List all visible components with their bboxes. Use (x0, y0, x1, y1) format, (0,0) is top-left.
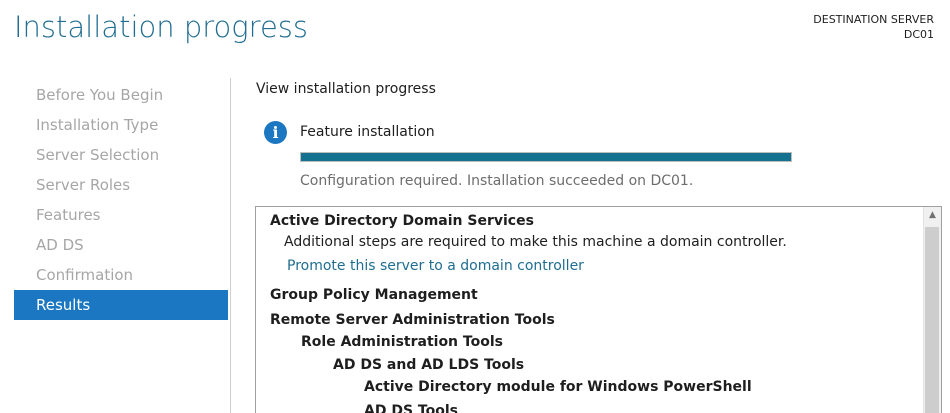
chevron-up-icon[interactable]: ▲ (924, 207, 941, 224)
sidebar-item-features[interactable]: Features (14, 200, 228, 230)
installation-results-list[interactable]: Active Directory Domain Services Additio… (255, 206, 942, 413)
sidebar-item-server-selection[interactable]: Server Selection (14, 140, 228, 170)
results-scrollbar[interactable]: ▲ (923, 207, 941, 413)
result-item-additional-steps: Additional steps are required to make th… (284, 234, 787, 250)
result-item-rsat: Remote Server Administration Tools (270, 312, 555, 328)
sidebar-item-ad-ds[interactable]: AD DS (14, 230, 228, 260)
results-list-content: Active Directory Domain Services Additio… (256, 207, 923, 413)
sidebar-item-installation-type[interactable]: Installation Type (14, 110, 228, 140)
main-content: View installation progress i Feature ins… (256, 80, 946, 189)
feature-installation-row: i Feature installation (264, 120, 435, 144)
installation-status-text: Configuration required. Installation suc… (300, 173, 694, 189)
sidebar-item-server-roles[interactable]: Server Roles (14, 170, 228, 200)
sidebar-divider (230, 78, 231, 413)
result-item-ad-ds-and-ad-lds-tools: AD DS and AD LDS Tools (333, 357, 525, 373)
page-title: Installation progress (14, 10, 309, 44)
result-item-ad-ds: Active Directory Domain Services (270, 213, 534, 229)
destination-server-name: DC01 (903, 28, 934, 41)
section-heading: View installation progress (256, 81, 436, 97)
sidebar-item-before-you-begin[interactable]: Before You Begin (14, 80, 228, 110)
sidebar-item-confirmation[interactable]: Confirmation (14, 260, 228, 290)
promote-domain-controller-link[interactable]: Promote this server to a domain controll… (287, 258, 584, 274)
progress-bar-fill (301, 153, 791, 161)
feature-installation-label: Feature installation (300, 124, 435, 140)
result-item-role-administration-tools: Role Administration Tools (301, 334, 503, 350)
result-item-group-policy-management: Group Policy Management (270, 287, 478, 303)
info-icon: i (264, 120, 287, 144)
wizard-steps-sidebar: Before You Begin Installation Type Serve… (14, 80, 228, 320)
sidebar-item-results[interactable]: Results (14, 290, 228, 320)
scrollbar-thumb[interactable] (925, 227, 939, 413)
installation-progress-bar (300, 152, 792, 162)
installation-progress-page: Installation progress DESTINATION SERVER… (0, 0, 950, 413)
result-item-ad-ds-tools: AD DS Tools (364, 403, 458, 413)
destination-label: DESTINATION SERVER (813, 13, 934, 26)
result-item-ad-powershell-module: Active Directory module for Windows Powe… (364, 379, 752, 395)
destination-server: DESTINATION SERVER DC01 (813, 12, 934, 42)
